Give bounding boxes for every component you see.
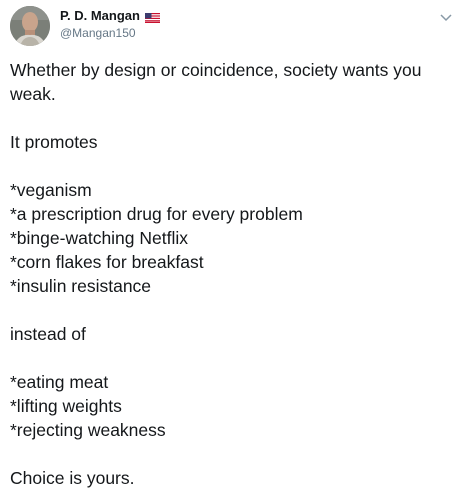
tweet-paragraph-instead: instead of bbox=[10, 324, 86, 344]
author-display-name[interactable]: P. D. Mangan bbox=[60, 8, 140, 24]
tweet-paragraph-intro: Whether by design or coincidence, societ… bbox=[10, 60, 422, 104]
avatar[interactable] bbox=[10, 6, 50, 46]
author-info: P. D. Mangan @Mangan150 bbox=[60, 8, 160, 41]
us-flag-icon bbox=[144, 11, 160, 23]
list-item: *insulin resistance bbox=[10, 276, 152, 296]
list-item: *lifting weights bbox=[10, 396, 122, 416]
list-item: *veganism bbox=[10, 180, 92, 200]
tweet-paragraph-closing: Choice is yours. bbox=[10, 468, 135, 488]
profile-photo-icon bbox=[10, 6, 50, 46]
author-handle[interactable]: @Mangan150 bbox=[60, 25, 160, 41]
list-item: *eating meat bbox=[10, 372, 109, 392]
list-item: *rejecting weakness bbox=[10, 420, 166, 440]
tweet-text: Whether by design or coincidence, societ… bbox=[10, 58, 460, 490]
list-item: *a prescription drug for every problem bbox=[10, 204, 303, 224]
author-name-row: P. D. Mangan bbox=[60, 8, 160, 24]
tweet-card: P. D. Mangan @Mangan150 Whether by desig… bbox=[0, 0, 467, 498]
tweet-paragraph-promotes: It promotes bbox=[10, 132, 98, 152]
list-item: *corn flakes for breakfast bbox=[10, 252, 204, 272]
list-item: *binge-watching Netflix bbox=[10, 228, 189, 248]
chevron-down-icon[interactable] bbox=[439, 10, 453, 22]
